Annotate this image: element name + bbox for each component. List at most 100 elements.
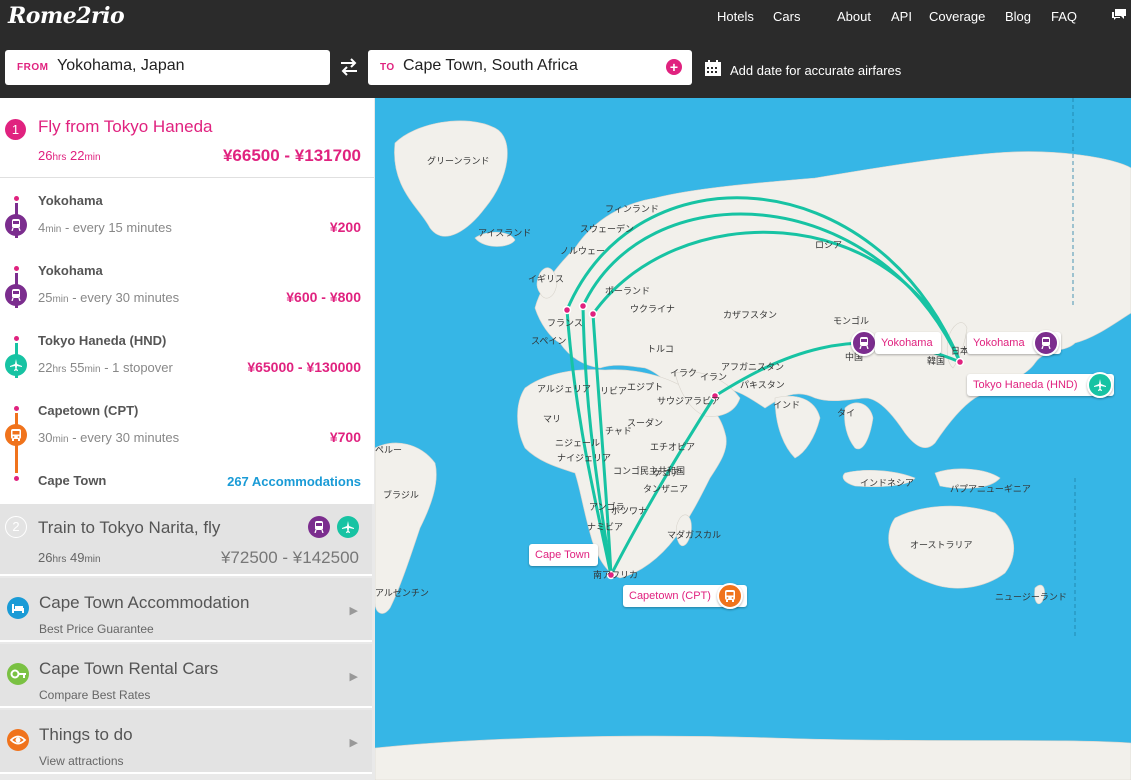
waypoint-dot: [578, 301, 588, 311]
train-icon: [308, 516, 330, 538]
map-label: エチオピア: [650, 442, 696, 452]
chevron-right-icon: ▶: [349, 605, 358, 617]
results-panel: 1 Fly from Tokyo Haneda 26hrs 22min ¥665…: [0, 98, 375, 780]
accommodations-link[interactable]: 267 Accommodations: [227, 474, 361, 489]
segment-2-place: Yokohama: [38, 263, 103, 278]
card-subtitle: View attractions: [39, 754, 124, 768]
calendar-icon[interactable]: [705, 60, 721, 76]
segment-3-place: Tokyo Haneda (HND): [38, 333, 167, 348]
duration-hours: 26: [38, 550, 53, 565]
chat-icon[interactable]: [1112, 9, 1126, 21]
from-tag: FROM: [17, 62, 49, 73]
segment-frequency: - every 15 minutes: [61, 220, 172, 235]
train-icon[interactable]: [851, 330, 877, 356]
map-canvas: [375, 98, 1131, 780]
map-label: フランス: [547, 318, 583, 328]
route-map[interactable]: グリーンランド フィンランド スウェーデン アイスランド ノルウェー ロシア イ…: [375, 98, 1131, 780]
nav-api[interactable]: API: [891, 9, 912, 24]
card-subtitle: Best Price Guarantee: [39, 622, 154, 636]
bed-icon: [7, 597, 29, 619]
map-label: タイ: [837, 408, 856, 418]
stop-dot: [14, 406, 19, 411]
stop-dot: [14, 266, 19, 271]
map-label: ペルー: [375, 445, 403, 455]
map-label: ニジェール: [555, 438, 601, 448]
map-label: ナイジェリア: [557, 453, 612, 463]
plane-icon: [337, 516, 359, 538]
train-icon[interactable]: [1033, 330, 1059, 356]
add-destination-button[interactable]: +: [666, 59, 682, 75]
stop-dot: [14, 196, 19, 201]
segment-2-price: ¥600 - ¥800: [286, 289, 361, 305]
stop-dot: [14, 476, 19, 481]
route-2-duration: 26hrs 49min: [38, 550, 101, 565]
rome2rio-logo[interactable]: Rome2rio: [8, 3, 125, 29]
map-label: アイスランド: [478, 228, 532, 238]
route-1-title[interactable]: Fly from Tokyo Haneda: [38, 117, 212, 137]
things-to-do-card[interactable]: Things to do View attractions ▶: [0, 710, 372, 774]
map-label: アルジェリア: [537, 384, 591, 394]
swap-icon[interactable]: [338, 58, 360, 76]
nav-cars[interactable]: Cars: [773, 9, 800, 24]
nav-hotels[interactable]: Hotels: [717, 9, 754, 24]
to-input[interactable]: Cape Town, South Africa: [403, 57, 578, 75]
card-subtitle: Compare Best Rates: [39, 688, 151, 702]
map-label: ナミビア: [587, 522, 624, 532]
segment-1-info: 4min - every 15 minutes: [38, 220, 172, 235]
waypoint-dot: [562, 305, 572, 315]
duration-minutes-unit: min: [84, 152, 101, 163]
map-label: ロシア: [815, 240, 843, 250]
waypoint-dot: [955, 357, 965, 367]
chevron-right-icon: ▶: [349, 671, 358, 683]
from-field[interactable]: FROM Yokohama, Japan: [5, 50, 330, 85]
map-label: ウクライナ: [630, 304, 675, 314]
route-option-2[interactable]: 2 Train to Tokyo Narita, fly 26hrs 49min…: [0, 504, 372, 576]
route-1-duration: 26hrs 22min: [38, 148, 101, 163]
segment-duration-unit: min: [45, 224, 62, 235]
card-title: Cape Town Rental Cars: [39, 659, 219, 678]
bus-icon[interactable]: [717, 583, 743, 609]
stop-dot: [14, 336, 19, 341]
nav-faq[interactable]: FAQ: [1051, 9, 1077, 24]
duration-hours-unit: hrs: [52, 152, 67, 163]
map-label: カザフスタン: [723, 310, 778, 320]
plane-icon[interactable]: [1087, 372, 1113, 398]
segment-3-info: 22hrs 55min - 1 stopover: [38, 360, 173, 375]
chevron-right-icon: ▶: [349, 737, 358, 749]
map-pin-cape-town[interactable]: Cape Town: [529, 544, 598, 566]
add-date-link[interactable]: Add date for accurate airfares: [730, 63, 901, 78]
nav-about[interactable]: About: [837, 9, 871, 24]
map-label: 韓国: [927, 356, 946, 366]
to-field[interactable]: TO Cape Town, South Africa +: [368, 50, 692, 85]
map-label: スウェーデン: [580, 224, 635, 234]
map-label: モンゴル: [833, 316, 870, 326]
segment-3-price: ¥65000 - ¥130000: [247, 359, 361, 375]
map-pin-yokohama[interactable]: Yokohama: [875, 332, 941, 354]
duration-hours: 26: [38, 148, 53, 163]
nav-blog[interactable]: Blog: [1005, 9, 1031, 24]
map-label: サウジアラビア: [657, 396, 721, 406]
train-icon: [5, 214, 27, 236]
map-label: ノルウェー: [560, 246, 606, 256]
from-input[interactable]: Yokohama, Japan: [57, 57, 185, 75]
map-label: オーストラリア: [910, 540, 973, 550]
route-option-1[interactable]: 1 Fly from Tokyo Haneda 26hrs 22min ¥665…: [0, 98, 374, 504]
route-1-header[interactable]: 1 Fly from Tokyo Haneda 26hrs 22min ¥665…: [0, 98, 374, 178]
route-2-number: 2: [5, 516, 27, 538]
final-place: Cape Town: [38, 473, 107, 488]
segment-frequency: - every 30 minutes: [68, 430, 180, 445]
card-title: Things to do: [39, 725, 133, 744]
segment-1-place: Yokohama: [38, 193, 103, 208]
nav-coverage[interactable]: Coverage: [929, 9, 985, 24]
segment-duration: 25: [38, 290, 53, 305]
accommodation-card[interactable]: Cape Town Accommodation Best Price Guara…: [0, 578, 372, 642]
route-2-title[interactable]: Train to Tokyo Narita, fly: [38, 518, 220, 538]
to-tag: TO: [380, 62, 395, 73]
rental-cars-card[interactable]: Cape Town Rental Cars Compare Best Rates…: [0, 644, 372, 708]
route-2-price: ¥72500 - ¥142500: [220, 548, 359, 567]
segment-stopover: - 1 stopover: [100, 360, 173, 375]
top-navigation: Rome2rio Hotels Cars About API Coverage …: [0, 0, 1131, 36]
waypoint-dot: [588, 309, 598, 319]
segment-duration: 22: [38, 360, 53, 375]
segment-4-place: Capetown (CPT): [38, 403, 139, 418]
